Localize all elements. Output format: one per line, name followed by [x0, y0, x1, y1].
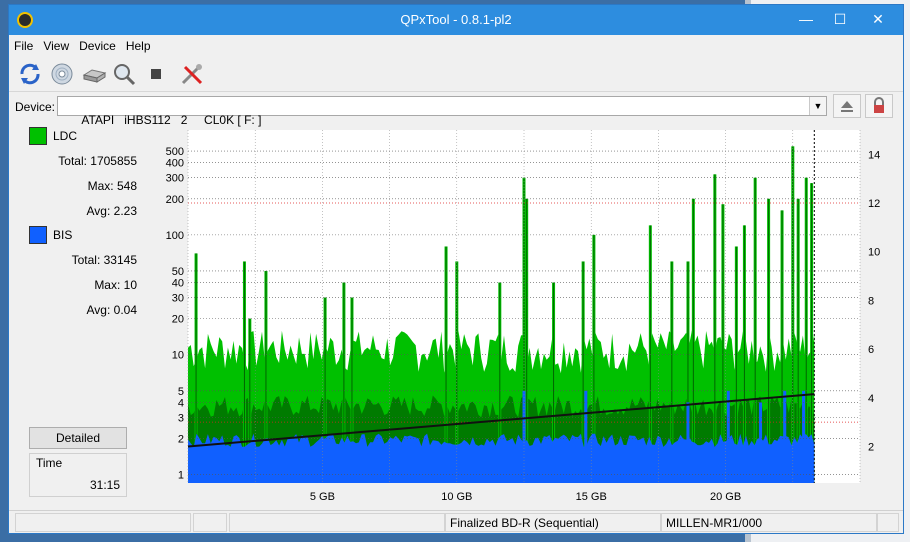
- resize-grip[interactable]: [877, 513, 899, 532]
- bis-spike: [783, 390, 787, 483]
- ldc-color-swatch: [29, 127, 47, 145]
- y-right-tick-label: 8: [868, 295, 874, 307]
- bis-max: Max: 10: [94, 278, 137, 292]
- detailed-button[interactable]: Detailed: [29, 427, 127, 449]
- toolbar: [9, 57, 903, 92]
- y-left-tick-label: 300: [166, 173, 184, 185]
- y-left-tick-label: 3: [178, 412, 184, 424]
- y-left-tick-label: 100: [166, 230, 184, 242]
- menu-help[interactable]: Help: [121, 36, 156, 53]
- bis-label: BIS: [53, 228, 73, 242]
- drive-icon[interactable]: [81, 61, 107, 87]
- status-bar: Finalized BD-R (Sequential) MILLEN-MR1/0…: [9, 510, 903, 534]
- disc-info-icon[interactable]: [49, 61, 75, 87]
- bis-spike: [584, 390, 588, 483]
- device-select[interactable]: ATAPI iHBS112 2 CL0K [ F: ] ▼: [57, 96, 827, 127]
- refresh-icon[interactable]: [17, 61, 43, 87]
- media-id-status: MILLEN-MR1/000: [661, 513, 877, 532]
- x-tick-label: 15 GB: [576, 491, 607, 503]
- chart-area: 1 2 3 4 5 10 20 30 40 50 100 200 300 400 500 2 4 6 8 10 12 14…: [146, 123, 892, 511]
- title-bar[interactable]: QPxTool - 0.8.1-pl2 — ☐ ✕: [9, 5, 903, 35]
- chevron-down-icon[interactable]: ▼: [809, 97, 826, 115]
- x-tick-label: 20 GB: [710, 491, 741, 503]
- y-left-tick-label: 400: [166, 158, 184, 170]
- ldc-bis-chart: 1234510203040501002003004005002468101214…: [166, 130, 880, 503]
- y-left-tick-label: 40: [172, 278, 184, 290]
- status-cell-3: [229, 513, 445, 532]
- eject-button[interactable]: [833, 94, 861, 118]
- stop-icon[interactable]: [143, 61, 169, 87]
- device-label: Device:: [15, 100, 56, 114]
- maximize-button[interactable]: ☐: [823, 5, 857, 35]
- ldc-avg: Avg: 2.23: [86, 204, 137, 218]
- ldc-label: LDC: [53, 129, 78, 143]
- bis-color-swatch: [29, 226, 47, 244]
- bis-avg: Avg: 0.04: [86, 303, 137, 317]
- y-right-tick-label: 6: [868, 344, 874, 356]
- y-left-tick-label: 200: [166, 194, 184, 206]
- bis-spike: [726, 390, 730, 483]
- bis-spike: [802, 390, 806, 483]
- disc-type-status: Finalized BD-R (Sequential): [445, 513, 661, 532]
- bis-spike: [759, 402, 763, 483]
- scan-disc-icon[interactable]: [111, 61, 137, 87]
- y-left-tick-label: 5: [178, 386, 184, 398]
- x-tick-label: 5 GB: [310, 491, 335, 503]
- bis-series-body: [188, 433, 815, 483]
- x-tick-label: 10 GB: [441, 491, 472, 503]
- status-cell-2: [193, 513, 227, 532]
- minimize-button[interactable]: —: [789, 5, 823, 35]
- y-left-tick-label: 50: [172, 266, 184, 278]
- menu-device[interactable]: Device: [74, 36, 121, 53]
- time-value: 31:15: [89, 478, 120, 492]
- settings-tools-icon[interactable]: [179, 61, 205, 87]
- qpxtool-window: QPxTool - 0.8.1-pl2 — ☐ ✕ File View Device…: [8, 4, 904, 534]
- close-button[interactable]: ✕: [861, 5, 895, 35]
- status-cell-1: [15, 513, 191, 532]
- menu-view[interactable]: View: [38, 36, 74, 53]
- menu-file[interactable]: File: [9, 36, 38, 53]
- y-left-tick-label: 500: [166, 146, 184, 158]
- y-right-tick-label: 14: [868, 149, 880, 161]
- device-bar: Device: ATAPI iHBS112 2 CL0K [ F: ] ▼: [9, 93, 903, 127]
- y-right-tick-label: 2: [868, 441, 874, 453]
- bis-total: Total: 33145: [71, 253, 137, 267]
- y-left-tick-label: 1: [178, 470, 184, 482]
- y-left-tick-label: 20: [172, 314, 184, 326]
- lock-button[interactable]: [865, 94, 893, 118]
- y-left-tick-label: 30: [172, 293, 184, 305]
- time-label: Time: [36, 456, 63, 470]
- y-left-tick-label: 2: [178, 433, 184, 445]
- y-left-tick-label: 4: [178, 397, 184, 409]
- lock-icon: [874, 97, 884, 113]
- window-title: QPxTool - 0.8.1-pl2: [400, 12, 512, 27]
- eject-icon: [841, 101, 853, 112]
- time-box: Time 31:15: [29, 453, 127, 497]
- ldc-max: Max: 548: [87, 179, 137, 193]
- y-right-tick-label: 10: [868, 247, 880, 259]
- ldc-total: Total: 1705855: [58, 154, 137, 168]
- bis-spike: [686, 402, 690, 483]
- y-right-tick-label: 12: [868, 198, 880, 210]
- menu-bar: File View Device Help: [9, 36, 903, 56]
- y-left-tick-label: 10: [172, 350, 184, 362]
- y-right-tick-label: 4: [868, 393, 874, 405]
